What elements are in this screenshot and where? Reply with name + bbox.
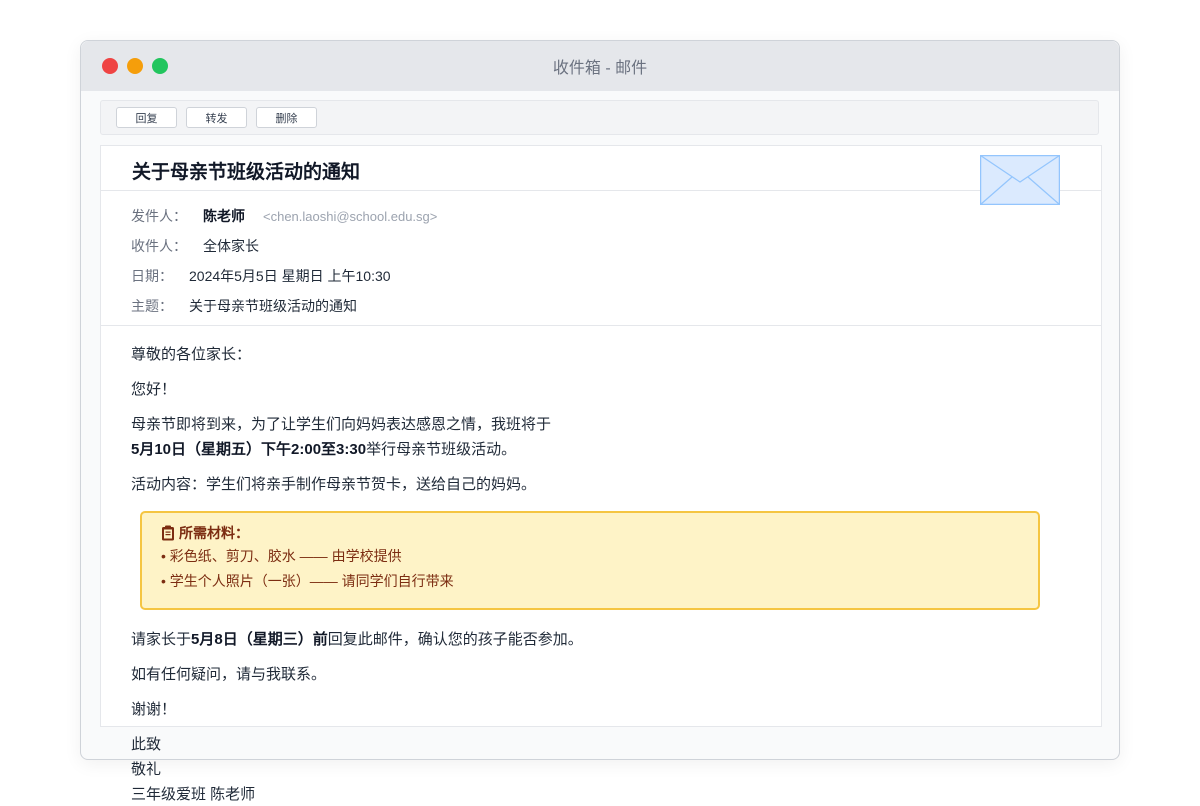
date-row: 日期： 2024年5月5日 星期日 上午10:30 [131,266,391,286]
email-subject: 关于母亲节班级活动的通知 [132,162,361,183]
reply-request-pre: 请家长于 [131,631,192,648]
event-time: 5月10日（星期五）下午2:00至3:30 [131,441,367,458]
title-bar: 收件箱 - 邮件 [81,41,1119,91]
intro-line-1: 母亲节即将到来，为了让学生们向妈妈表达感恩之情，我班将于 [131,416,552,433]
date-label: 日期： [131,268,173,284]
closing-line-2: 敬礼 [131,761,162,778]
materials-title: 所需材料： [161,522,1038,544]
email-meta: 发件人： 陈老师 <chen.laoshi@school.edu.sg> 收件人… [101,191,1101,326]
subject-meta-row: 主题： 关于母亲节班级活动的通知 [131,296,357,316]
delete-button[interactable]: 删除 [256,107,317,128]
close-button[interactable] [102,58,118,74]
reply-request-post: 回复此邮件，确认您的孩子能否参加。 [327,631,583,648]
window-controls [102,58,168,74]
hello-line: 您好！ [131,381,177,398]
materials-title-text: 所需材料： [179,525,249,541]
materials-item: • 彩色纸、剪刀、胶水 —— 由学校提供 [161,548,402,564]
subject-label: 主题： [131,298,173,314]
to-row: 收件人： 全体家长 [131,236,259,256]
subject-value: 关于母亲节班级活动的通知 [189,298,357,314]
minimize-button[interactable] [127,58,143,74]
toolbar: 回复 转发 删除 [100,100,1099,135]
sender-email[interactable]: <chen.laoshi@school.edu.sg> [263,209,437,224]
forward-button[interactable]: 转发 [186,107,247,128]
reply-deadline: 5月8日（星期三）前 [191,631,328,648]
from-row: 发件人： 陈老师 <chen.laoshi@school.edu.sg> [131,206,437,226]
materials-callout: 所需材料： • 彩色纸、剪刀、胶水 —— 由学校提供 • 学生个人照片（一张）—… [140,511,1040,610]
to-label: 收件人： [131,238,187,254]
materials-item: • 学生个人照片（一张）—— 请同学们自行带来 [161,573,454,589]
subject-header: 关于母亲节班级活动的通知 [101,146,1101,205]
from-label: 发件人： [131,208,187,224]
maximize-button[interactable] [152,58,168,74]
reply-request: 请家长于5月8日（星期三）前回复此邮件，确认您的孩子能否参加。 [131,629,583,651]
mail-window: 收件箱 - 邮件 回复 转发 删除 关于母亲节班级活动的通知 发件人： 陈老师 … [80,40,1120,803]
window-title: 收件箱 - 邮件 [552,60,648,77]
to-value: 全体家长 [203,238,259,254]
reply-button[interactable]: 回复 [116,107,177,128]
thanks-line: 谢谢！ [131,701,177,718]
sender-name[interactable]: 陈老师 [203,206,245,226]
clipboard-icon [162,525,174,541]
activity-line: 活动内容：学生们将亲手制作母亲节贺卡，送给自己的妈妈。 [131,476,537,493]
email-view: 关于母亲节班级活动的通知 发件人： 陈老师 <chen.laoshi@schoo… [100,145,1102,803]
intro-line-2-rest: 举行母亲节班级活动。 [366,441,517,458]
intro-line-2: 5月10日（星期五）下午2:00至3:30举行母亲节班级活动。 [131,439,516,461]
signature: 三年级爱班 陈老师 [131,786,256,803]
questions-line: 如有任何疑问，请与我联系。 [131,666,327,683]
date-value: 2024年5月5日 星期日 上午10:30 [189,268,391,284]
greeting: 尊敬的各位家长： [131,346,252,363]
closing-line-1: 此致 [131,736,162,753]
